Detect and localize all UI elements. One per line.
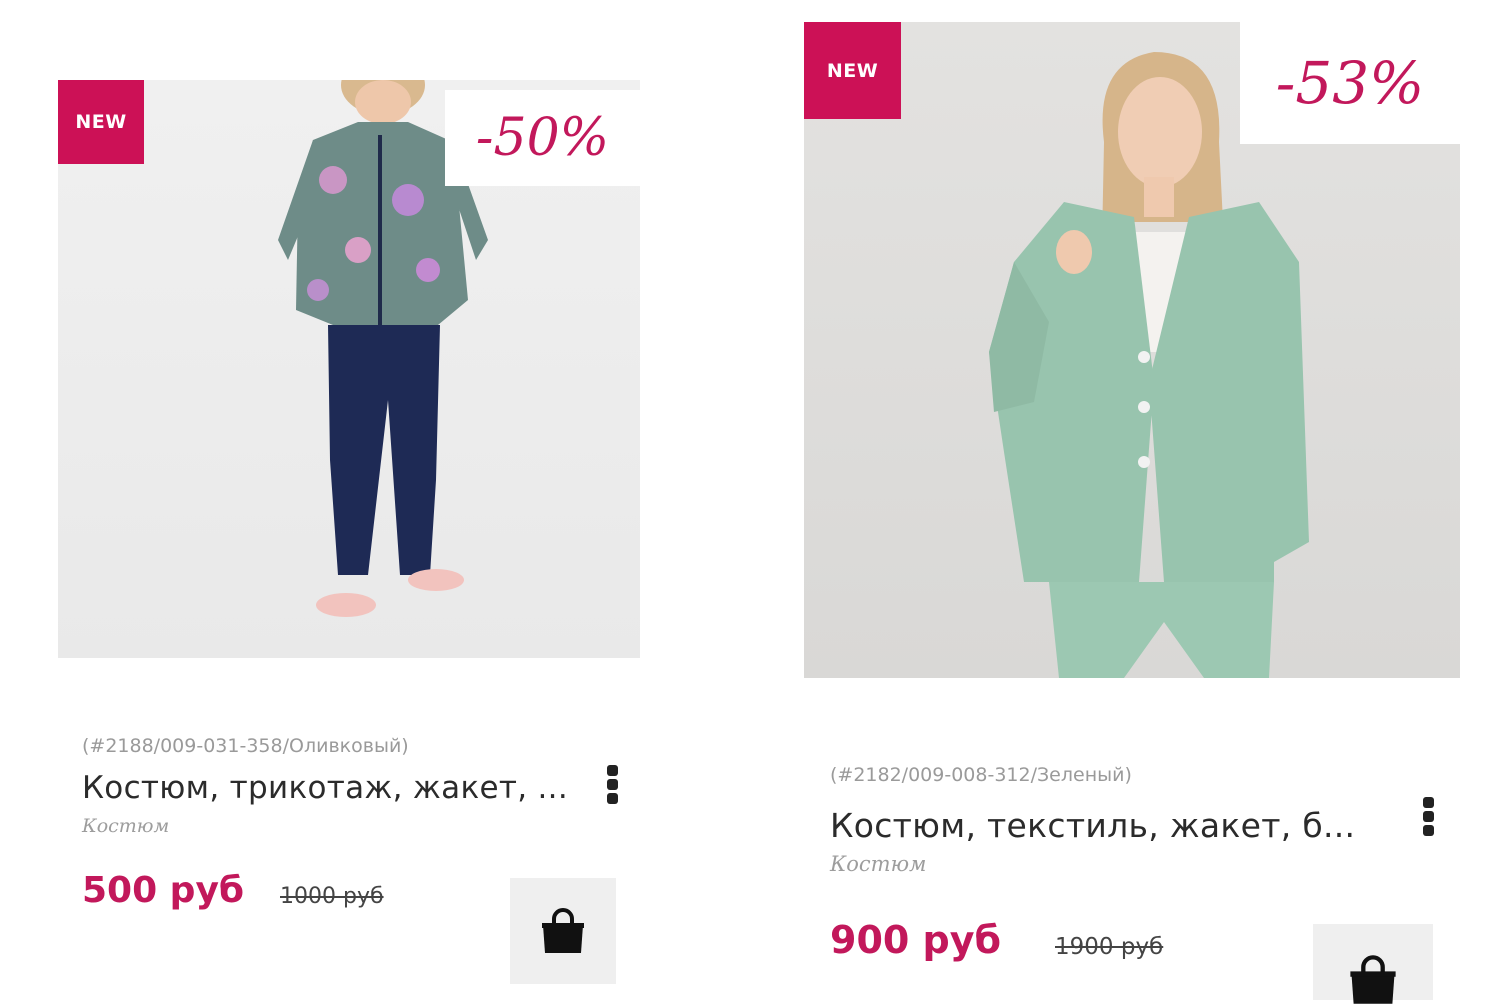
more-options-button[interactable]	[605, 765, 619, 805]
product-price: 900 руб	[830, 918, 1002, 962]
new-badge: NEW	[58, 80, 144, 164]
product-sku: (#2188/009-031-358/Оливковый)	[82, 735, 409, 757]
product-category: Костюм	[82, 815, 170, 837]
discount-label: -50%	[445, 90, 640, 186]
product-sku: (#2182/009-008-312/Зеленый)	[830, 764, 1132, 786]
more-options-button[interactable]	[1421, 797, 1435, 837]
discount-label: -53%	[1240, 22, 1460, 144]
product-title[interactable]: Костюм, трикотаж, жакет, ...	[82, 770, 568, 806]
product-card: NEW -50% (#2188/009-031-358/Оливковый) К…	[0, 0, 750, 1000]
product-card: NEW -53% (#2182/009-008-312/Зеленый) Кос…	[750, 0, 1500, 1004]
product-old-price: 1900 руб	[1055, 934, 1164, 960]
new-badge: NEW	[804, 22, 901, 119]
add-to-cart-button[interactable]	[1313, 924, 1433, 1004]
add-to-cart-button[interactable]	[510, 878, 616, 984]
more-vertical-icon	[1422, 797, 1434, 808]
product-old-price: 1000 руб	[280, 884, 384, 909]
product-title[interactable]: Костюм, текстиль, жакет, б...	[830, 806, 1355, 845]
shopping-bag-icon	[542, 908, 584, 953]
product-price: 500 руб	[82, 870, 245, 911]
product-category: Костюм	[830, 852, 927, 876]
more-vertical-icon	[606, 765, 618, 776]
